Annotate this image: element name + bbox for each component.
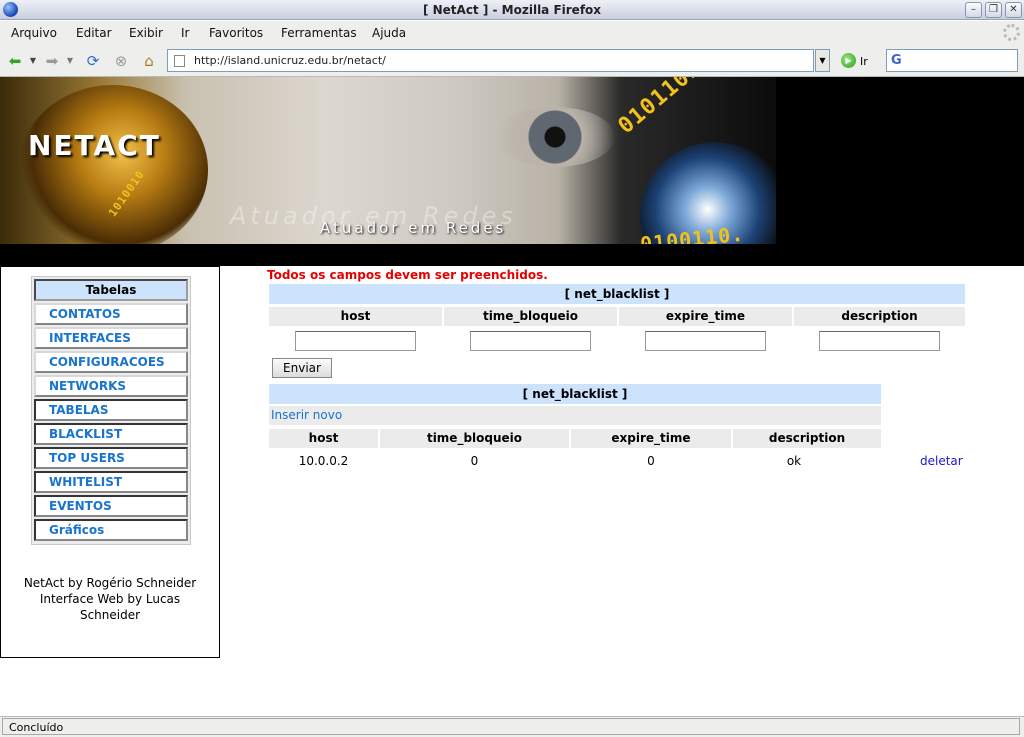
insert-new-link[interactable]: Inserir novo — [271, 408, 342, 422]
sidebar-item-blacklist[interactable]: BLACKLIST — [34, 423, 188, 445]
minimize-button[interactable]: – — [965, 2, 982, 18]
status-text: Concluído — [9, 721, 64, 734]
menu-exibir[interactable]: Exibir — [129, 26, 163, 40]
sidebar-item-interfaces[interactable]: INTERFACES — [34, 327, 188, 349]
go-button-label[interactable]: Ir — [860, 55, 868, 68]
sidebar-item-whitelist[interactable]: WHITELIST — [34, 471, 188, 493]
sidebar-heading: Tabelas — [34, 279, 188, 301]
row-expire-time: 0 — [647, 454, 655, 468]
row-description: ok — [786, 454, 802, 468]
banner-title: NETACT — [28, 129, 161, 162]
url-text[interactable]: http://island.unicruz.edu.br/netact/ — [194, 54, 386, 67]
sidebar-item-configuracoes[interactable]: CONFIGURACOES — [34, 351, 188, 373]
insert-row: Inserir novo — [269, 406, 881, 425]
sidebar-item-graficos[interactable]: Gráficos — [34, 519, 188, 541]
sidebar-item-top-users[interactable]: TOP USERS — [34, 447, 188, 469]
menu-favoritos[interactable]: Favoritos — [209, 26, 263, 40]
sidebar: Tabelas CONTATOS INTERFACES CONFIGURACOE… — [0, 266, 220, 658]
sidebar-item-tabelas[interactable]: TABELAS — [34, 399, 188, 421]
site-banner: 0101101 0100110. 1010010 Atuador em Rede… — [0, 77, 1024, 266]
menu-editar[interactable]: Editar — [76, 26, 112, 40]
list-column-header: description — [733, 429, 881, 448]
sidebar-item-contatos[interactable]: CONTATOS — [34, 303, 188, 325]
list-table-title: [ net_blacklist ] — [269, 384, 881, 404]
go-icon[interactable]: ▶ — [841, 53, 856, 68]
sidebar-item-eventos[interactable]: EVENTOS — [34, 495, 188, 517]
window-titlebar: [ NetAct ] - Mozilla Firefox – ❐ ✕ — [0, 0, 1024, 20]
stop-icon[interactable]: ⊗ — [110, 51, 132, 71]
close-button[interactable]: ✕ — [1005, 2, 1022, 18]
form-column-header: expire_time — [619, 307, 792, 326]
list-column-header: expire_time — [571, 429, 731, 448]
credits: NetAct by Rogério Schneider Interface We… — [1, 575, 219, 623]
eye-graphic — [495, 107, 615, 167]
url-dropdown-icon[interactable]: ▼ — [815, 49, 830, 72]
home-icon[interactable]: ⌂ — [138, 51, 160, 71]
form-column-header: description — [794, 307, 965, 326]
menu-arquivo[interactable]: Arquivo — [11, 26, 57, 40]
list-column-header: host — [269, 429, 378, 448]
time-bloqueio-field[interactable] — [470, 331, 591, 351]
forward-icon[interactable]: ➡ — [41, 51, 63, 71]
forward-dropdown-icon[interactable]: ▼ — [64, 51, 76, 71]
banner-subtitle: Atuador em Redes — [320, 219, 507, 237]
list-column-header: time_bloqueio — [380, 429, 569, 448]
sidebar-menu: Tabelas CONTATOS INTERFACES CONFIGURACOE… — [31, 276, 191, 545]
row-host: 10.0.0.2 — [298, 454, 349, 468]
throbber-icon — [1003, 24, 1020, 41]
menu-ir[interactable]: Ir — [181, 26, 189, 40]
back-icon[interactable]: ⬅ — [4, 51, 26, 71]
submit-button[interactable]: Enviar — [272, 358, 332, 378]
delete-link[interactable]: deletar — [920, 454, 963, 468]
sidebar-item-networks[interactable]: NETWORKS — [34, 375, 188, 397]
menu-ajuda[interactable]: Ajuda — [372, 26, 406, 40]
host-field[interactable] — [295, 331, 416, 351]
search-bar[interactable]: G — [886, 49, 1018, 72]
banner-image: 0101101 0100110. 1010010 Atuador em Rede… — [0, 77, 776, 244]
menu-ferramentas[interactable]: Ferramentas — [281, 26, 357, 40]
golden-globe-graphic — [18, 85, 208, 244]
credits-line: Schneider — [79, 608, 141, 622]
form-column-header: host — [269, 307, 442, 326]
validation-message: Todos os campos devem ser preenchidos. — [267, 268, 548, 282]
back-dropdown-icon[interactable]: ▼ — [27, 51, 39, 71]
status-bar: Concluído — [0, 716, 1024, 737]
credits-line: Interface Web by Lucas — [39, 592, 181, 606]
expire-time-field[interactable] — [645, 331, 766, 351]
reload-icon[interactable]: ⟳ — [82, 51, 104, 71]
url-bar[interactable]: http://island.unicruz.edu.br/netact/ — [167, 49, 814, 72]
maximize-button[interactable]: ❐ — [985, 2, 1002, 18]
menu-bar: Arquivo Editar Exibir Ir Favoritos Ferra… — [0, 21, 1024, 45]
credits-line: NetAct by Rogério Schneider — [23, 576, 197, 590]
form-column-header: time_bloqueio — [444, 307, 617, 326]
description-field[interactable] — [819, 331, 940, 351]
form-table-title: [ net_blacklist ] — [269, 284, 965, 304]
page-favicon-icon — [174, 55, 185, 67]
window-title: [ NetAct ] - Mozilla Firefox — [422, 3, 602, 17]
row-time-bloqueio: 0 — [470, 454, 479, 468]
status-panel: Concluído — [2, 718, 1020, 735]
binary-digits-graphic: 0101101 — [613, 77, 707, 140]
search-engine-icon[interactable]: G — [891, 53, 902, 68]
